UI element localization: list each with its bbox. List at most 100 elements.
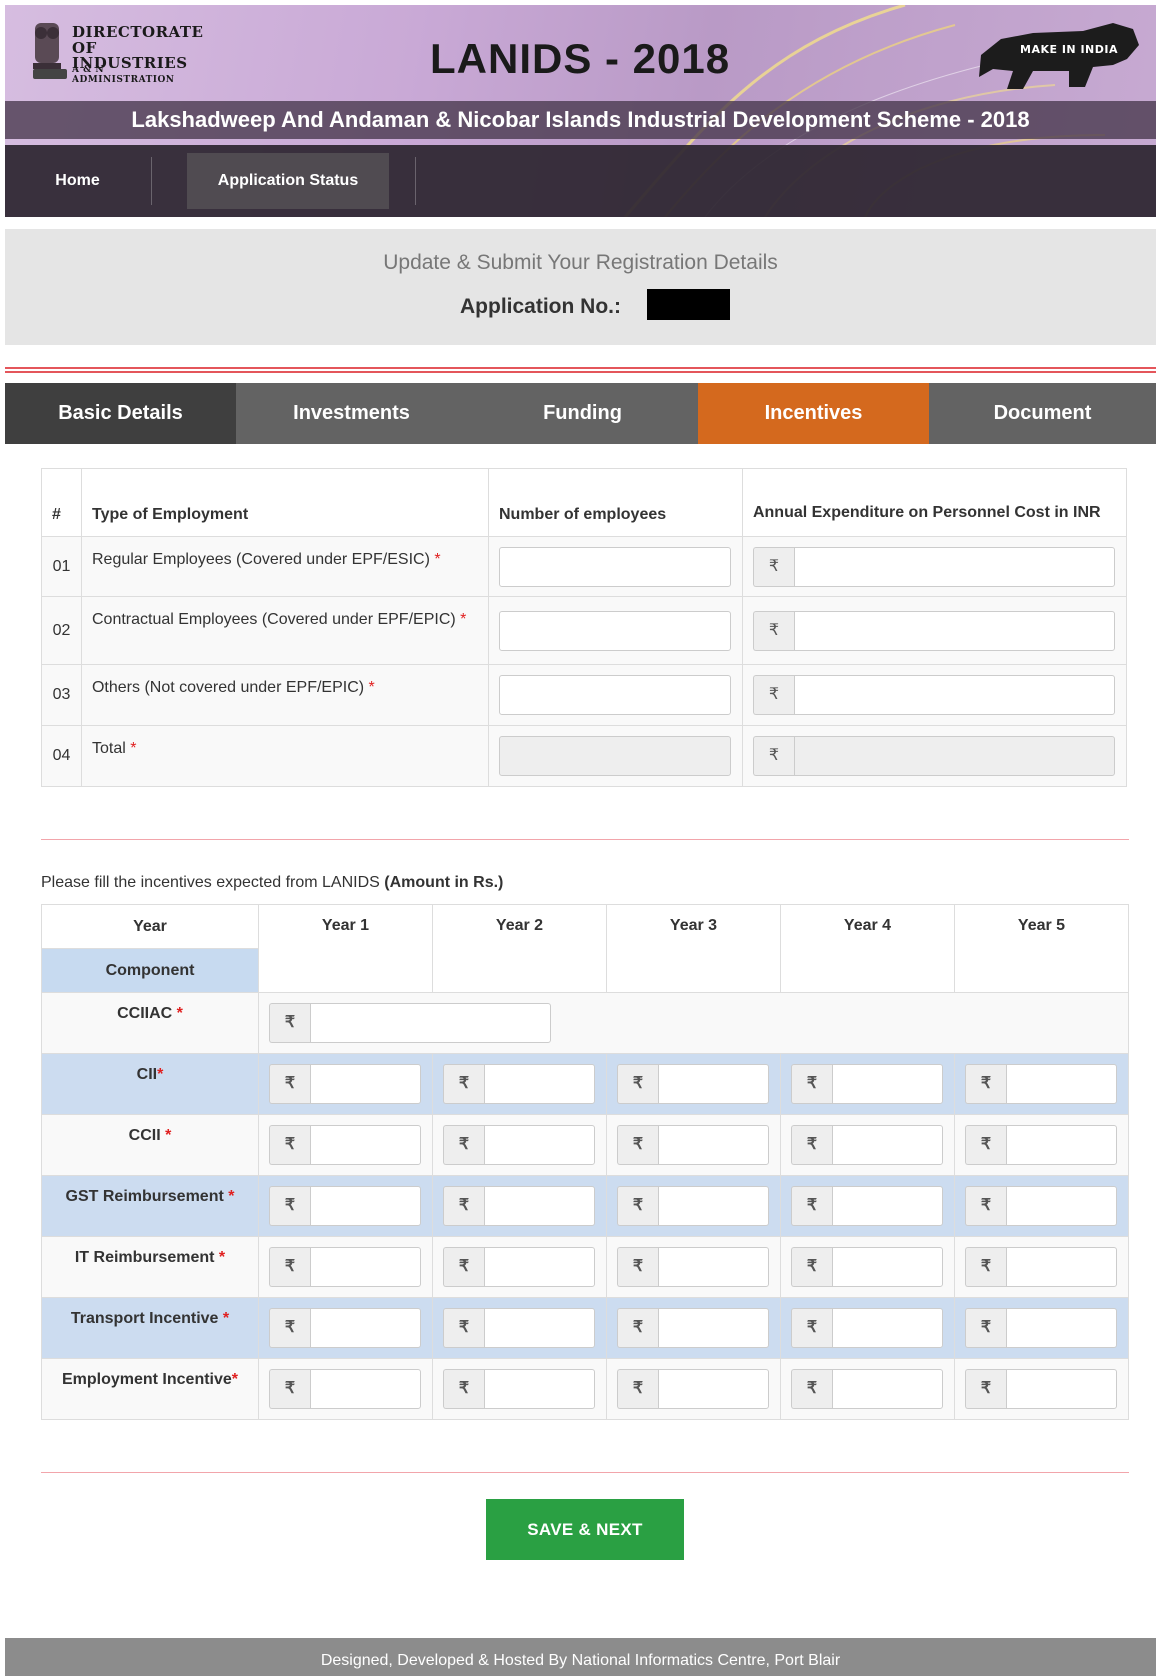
cii-year-4-input[interactable]	[832, 1064, 943, 1104]
ccii-year-2-input[interactable]	[484, 1125, 595, 1165]
rupee-icon: ₹	[269, 1247, 310, 1287]
rupee-icon: ₹	[269, 1064, 310, 1104]
amount-cell: ₹	[954, 1114, 1129, 1176]
component-label-text: CCII	[128, 1127, 161, 1144]
transport-year-4-input[interactable]	[832, 1308, 943, 1348]
site-title: LANIDS - 2018	[430, 35, 731, 82]
regular-employees-cost-group: ₹	[752, 546, 1115, 587]
transport-year-2-input[interactable]	[484, 1308, 595, 1348]
other-employees-count-input[interactable]	[498, 675, 731, 715]
component-label-text: CCIIAC	[117, 1005, 173, 1022]
rupee-icon: ₹	[791, 1186, 832, 1226]
it-year-1-input[interactable]	[310, 1247, 421, 1287]
it-year-3-input[interactable]	[658, 1247, 769, 1287]
amount-group: ₹	[791, 1186, 943, 1226]
amount-cell: ₹	[606, 1236, 781, 1298]
count-cell	[487, 536, 743, 597]
rupee-icon: ₹	[791, 1369, 832, 1409]
total-employees-count-input	[498, 736, 731, 776]
row-label-text: Contractual Employees (Covered under EPF…	[91, 611, 456, 628]
table-row: 04 Total * ₹	[41, 725, 1128, 787]
amount-group: ₹	[617, 1369, 769, 1409]
row-label-text: Regular Employees (Covered under EPF/ESI…	[91, 551, 430, 568]
transport-year-3-input[interactable]	[658, 1308, 769, 1348]
count-cell	[487, 596, 743, 665]
tab-funding[interactable]: Funding	[467, 383, 698, 444]
rupee-icon: ₹	[269, 1186, 310, 1226]
table-row: 03 Others (Not covered under EPF/EPIC) *…	[41, 664, 1128, 726]
cost-cell: ₹	[741, 664, 1128, 726]
amount-group: ₹	[965, 1125, 1117, 1165]
amount-group: ₹	[791, 1247, 943, 1287]
nav-application-status[interactable]: Application Status	[187, 153, 389, 209]
it-year-2-input[interactable]	[484, 1247, 595, 1287]
cii-year-5-input[interactable]	[1006, 1064, 1117, 1104]
count-cell	[487, 725, 743, 787]
save-and-next-button[interactable]: SAVE & NEXT	[486, 1499, 684, 1560]
gst-year-5-input[interactable]	[1006, 1186, 1117, 1226]
regular-employees-count-input[interactable]	[498, 546, 731, 587]
transport-year-1-input[interactable]	[310, 1308, 421, 1348]
contractual-employees-cost-group: ₹	[752, 610, 1115, 651]
ccii-year-1-input[interactable]	[310, 1125, 421, 1165]
amount-cell: ₹	[954, 1297, 1129, 1359]
ccii-year-5-input[interactable]	[1006, 1125, 1117, 1165]
required-star: *	[214, 1249, 226, 1266]
table-row: IT Reimbursement * ₹ ₹ ₹ ₹ ₹	[41, 1236, 1129, 1298]
amount-group: ₹	[443, 1369, 595, 1409]
required-star: *	[434, 551, 441, 568]
amount-group: ₹	[965, 1247, 1117, 1287]
amount-group: ₹	[965, 1064, 1117, 1104]
rupee-icon: ₹	[269, 1125, 310, 1165]
tab-basic-details[interactable]: Basic Details	[5, 383, 236, 444]
gst-year-4-input[interactable]	[832, 1186, 943, 1226]
regular-employees-cost-input[interactable]	[793, 546, 1115, 587]
table-row: GST Reimbursement * ₹ ₹ ₹ ₹ ₹	[41, 1175, 1129, 1237]
tab-document[interactable]: Document	[929, 383, 1156, 444]
nav-separator	[151, 157, 152, 205]
amount-group: ₹	[443, 1125, 595, 1165]
amount-cell: ₹	[780, 1114, 955, 1176]
employment-year-5-input[interactable]	[1006, 1369, 1117, 1409]
component-label-text: CII	[136, 1066, 158, 1083]
directorate-logo[interactable]: DIRECTORATE OF INDUSTRIES A & N ADMINIST…	[27, 19, 207, 91]
employment-year-3-input[interactable]	[658, 1369, 769, 1409]
rupee-icon: ₹	[752, 546, 794, 587]
amount-cell: ₹	[606, 1114, 781, 1176]
rupee-icon: ₹	[965, 1064, 1006, 1104]
amount-group: ₹	[617, 1186, 769, 1226]
gst-year-2-input[interactable]	[484, 1186, 595, 1226]
tab-incentives[interactable]: Incentives	[698, 383, 929, 444]
it-year-5-input[interactable]	[1006, 1247, 1117, 1287]
amount-cell: ₹	[780, 1053, 955, 1115]
cii-year-2-input[interactable]	[484, 1064, 595, 1104]
application-number: Application No.:	[5, 295, 1156, 319]
column-header-count: Number of employees	[487, 468, 743, 537]
ccii-year-3-input[interactable]	[658, 1125, 769, 1165]
cii-year-3-input[interactable]	[658, 1064, 769, 1104]
transport-year-5-input[interactable]	[1006, 1308, 1117, 1348]
cii-year-1-input[interactable]	[310, 1064, 421, 1104]
employment-year-4-input[interactable]	[832, 1369, 943, 1409]
cciiac-input[interactable]	[310, 1003, 551, 1043]
ccii-year-4-input[interactable]	[832, 1125, 943, 1165]
other-employees-cost-input[interactable]	[793, 675, 1115, 715]
nav-home[interactable]: Home	[5, 145, 150, 217]
amount-cell: ₹	[606, 1053, 781, 1115]
amount-cell: ₹	[432, 1053, 607, 1115]
contractual-employees-count-input[interactable]	[498, 610, 731, 651]
gst-year-1-input[interactable]	[310, 1186, 421, 1226]
tab-investments[interactable]: Investments	[236, 383, 467, 444]
amount-group: ₹	[443, 1247, 595, 1287]
contractual-employees-cost-input[interactable]	[793, 610, 1115, 651]
gst-year-3-input[interactable]	[658, 1186, 769, 1226]
amount-group: ₹	[791, 1369, 943, 1409]
amount-group: ₹	[617, 1125, 769, 1165]
employment-year-2-input[interactable]	[484, 1369, 595, 1409]
amount-cell: ₹	[606, 1175, 781, 1237]
required-star: *	[223, 1188, 235, 1205]
pink-divider	[41, 839, 1129, 840]
employment-year-1-input[interactable]	[310, 1369, 421, 1409]
total-cost-group: ₹	[752, 736, 1115, 776]
it-year-4-input[interactable]	[832, 1247, 943, 1287]
